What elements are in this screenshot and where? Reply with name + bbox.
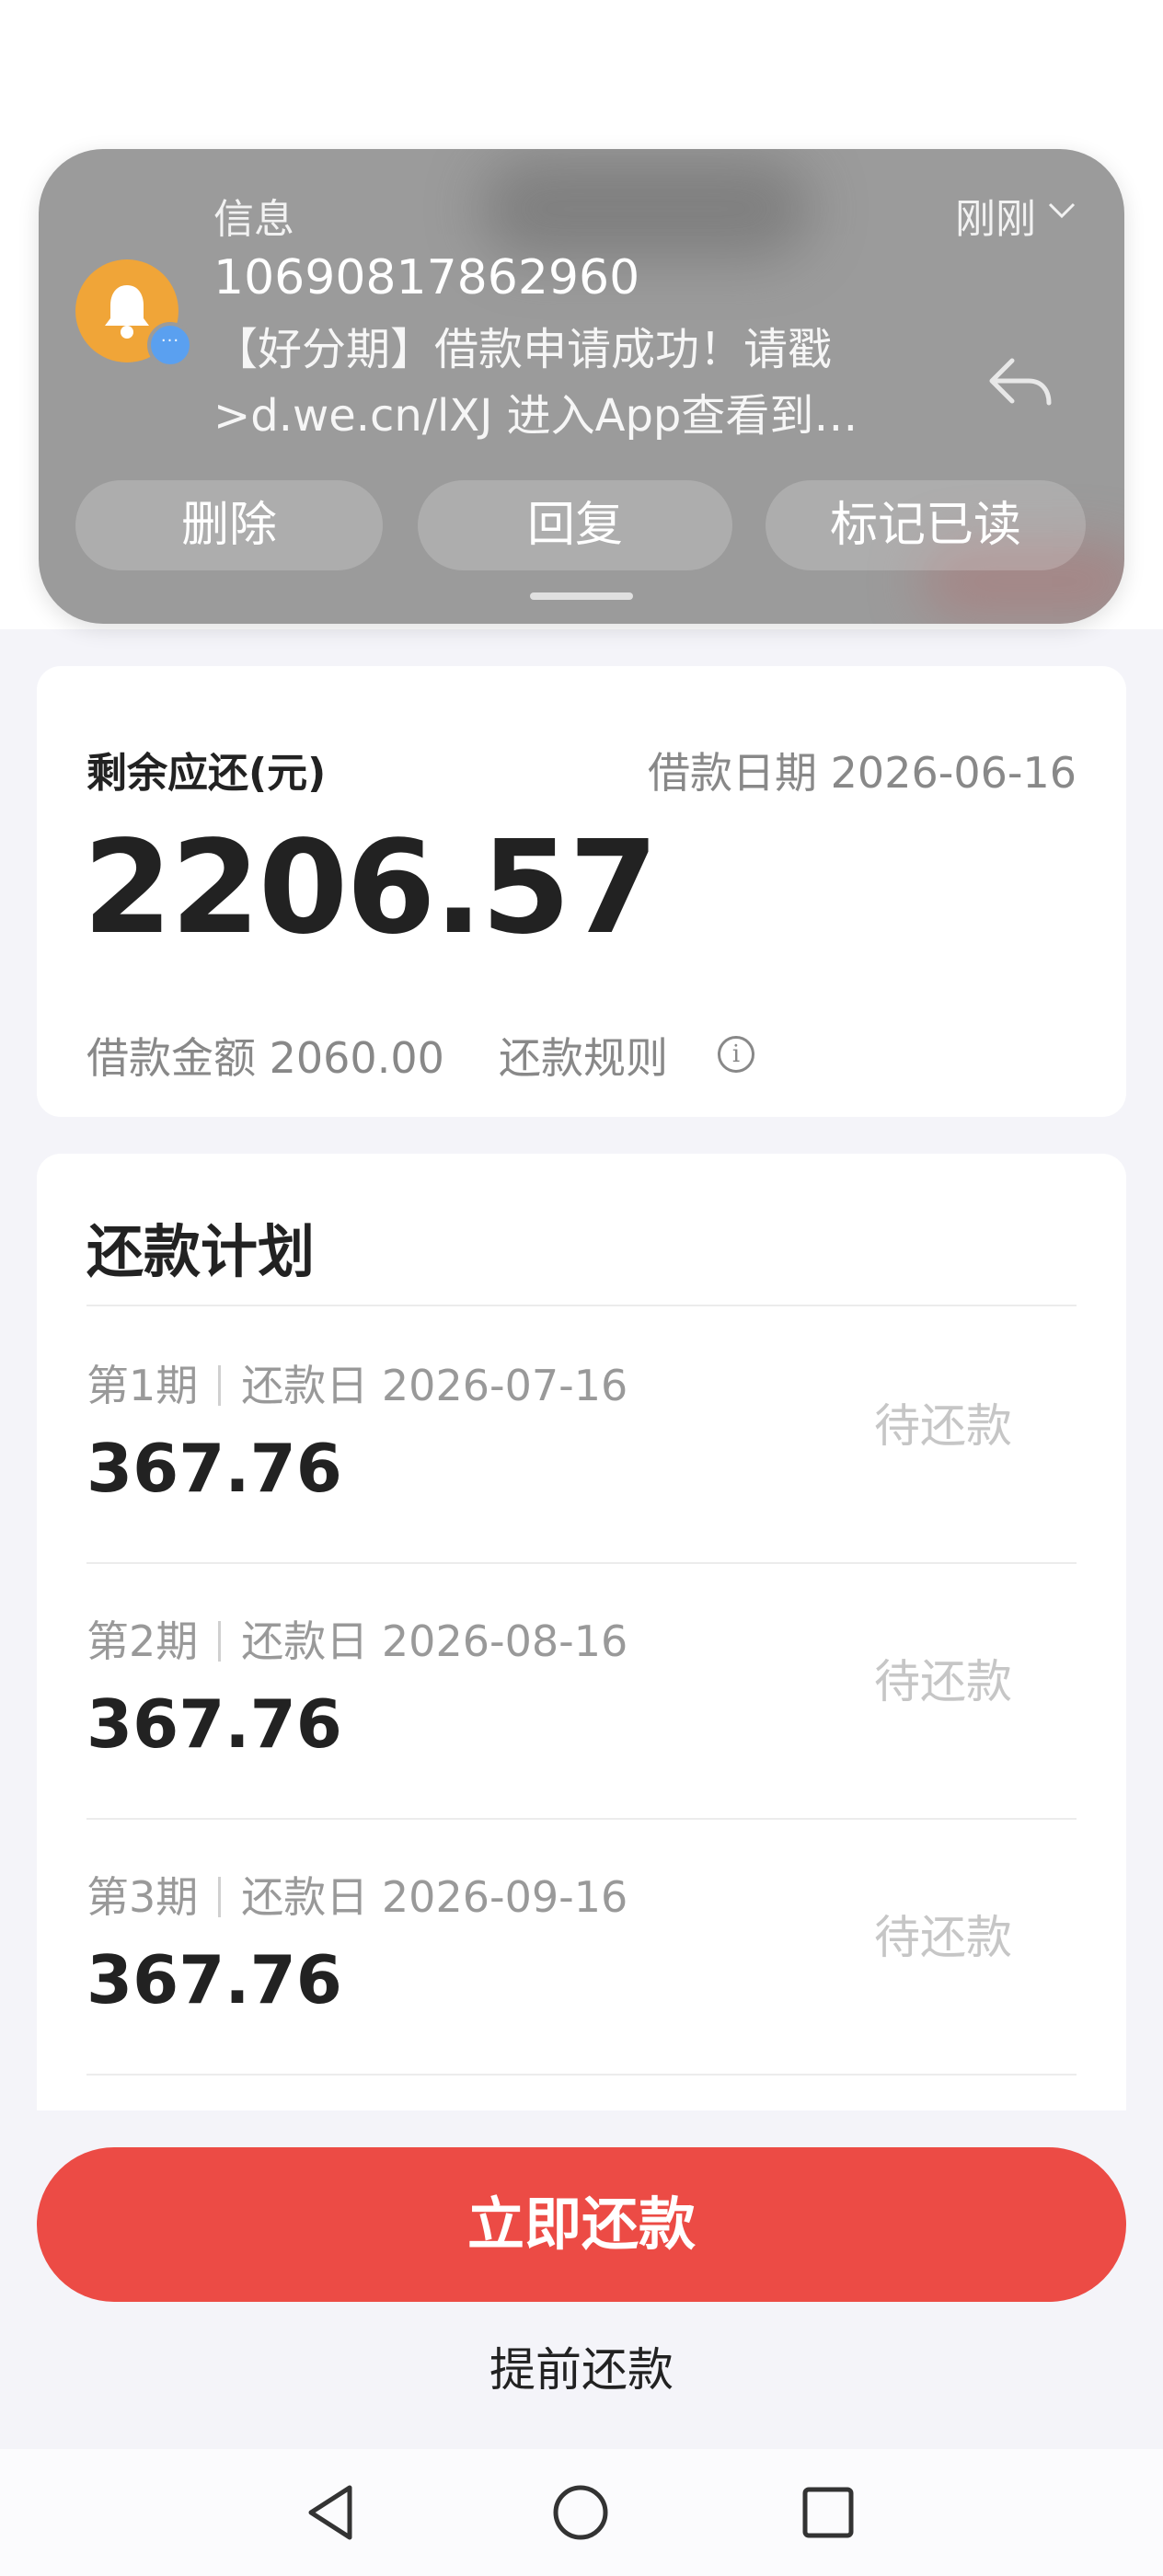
plan-period: 第3期 bbox=[86, 1872, 199, 1922]
plan-row[interactable]: 第3期 还款日 2026-09-16 367.76 待还款 bbox=[86, 1818, 1077, 2074]
loan-date-label: 借款日期 bbox=[648, 748, 818, 798]
delete-button[interactable]: 删除 bbox=[75, 480, 383, 570]
repayment-plan-card: 还款计划 第1期 还款日 2026-07-16 367.76 待还款 第2期 还款日… bbox=[37, 1154, 1126, 2110]
message-notification[interactable]: ··· 信息 刚刚 10690817862960 【好分期】借款申请成功！请戳 … bbox=[39, 149, 1124, 624]
plan-meta: 第2期 还款日 2026-08-16 bbox=[86, 1608, 628, 1669]
plan-due-date: 2026-09-16 bbox=[381, 1872, 628, 1922]
repayment-rules-link[interactable]: 还款规则 bbox=[499, 1025, 668, 1086]
info-icon[interactable]: i bbox=[718, 1036, 754, 1073]
prepay-link[interactable]: 提前还款 bbox=[0, 2333, 1163, 2399]
plan-title: 还款计划 bbox=[86, 1218, 316, 1285]
plan-period: 第1期 bbox=[86, 1361, 199, 1410]
mark-read-button[interactable]: 标记已读 bbox=[766, 480, 1086, 570]
plan-status: 待还款 bbox=[874, 1911, 1012, 1964]
plan-meta: 第1期 还款日 2026-07-16 bbox=[86, 1352, 628, 1413]
divider bbox=[86, 2074, 1077, 2076]
home-icon[interactable] bbox=[552, 2484, 609, 2545]
chevron-down-icon[interactable] bbox=[1047, 201, 1077, 224]
plan-meta: 第3期 还款日 2026-09-16 bbox=[86, 1864, 628, 1925]
drag-handle[interactable] bbox=[530, 592, 633, 600]
reply-button[interactable]: 回复 bbox=[418, 480, 732, 570]
plan-due-label: 还款日 bbox=[241, 1616, 369, 1666]
notification-app-name: 信息 bbox=[213, 196, 294, 243]
loan-date-value: 2026-06-16 bbox=[830, 748, 1077, 798]
plan-row[interactable]: 第1期 还款日 2026-07-16 367.76 待还款 bbox=[86, 1306, 1077, 1562]
plan-period: 第2期 bbox=[86, 1616, 199, 1666]
loan-summary-card: 剩余应还(元) 借款日期 2026-06-16 2206.57 借款金额 206… bbox=[37, 666, 1126, 1117]
back-icon[interactable] bbox=[304, 2484, 359, 2545]
chat-bubble-icon: ··· bbox=[147, 322, 193, 368]
notification-time: 刚刚 bbox=[955, 196, 1036, 243]
remaining-label: 剩余应还(元) bbox=[86, 750, 327, 797]
notification-sender: 10690817862960 bbox=[213, 250, 640, 305]
system-nav-bar bbox=[0, 2449, 1163, 2576]
plan-due-date: 2026-07-16 bbox=[381, 1361, 628, 1410]
plan-status: 待还款 bbox=[874, 1655, 1012, 1708]
reply-icon[interactable] bbox=[986, 353, 1054, 412]
loan-date: 借款日期 2026-06-16 bbox=[648, 740, 1077, 800]
pay-now-button[interactable]: 立即还款 bbox=[37, 2147, 1126, 2302]
loan-amount-label: 借款金额 bbox=[86, 1033, 256, 1083]
notification-body: 【好分期】借款申请成功！请戳 >d.we.cn/lXJ 进入App查看到… bbox=[213, 316, 913, 449]
remaining-amount: 2206.57 bbox=[83, 813, 659, 963]
loan-amount: 借款金额 2060.00 bbox=[86, 1025, 444, 1086]
loan-amount-value: 2060.00 bbox=[269, 1033, 444, 1083]
notification-body-line: >d.we.cn/lXJ 进入App查看到… bbox=[213, 390, 858, 442]
plan-row[interactable]: 第2期 还款日 2026-08-16 367.76 待还款 bbox=[86, 1562, 1077, 1818]
plan-amount: 367.76 bbox=[86, 1685, 342, 1763]
plan-due-date: 2026-08-16 bbox=[381, 1616, 628, 1666]
recents-icon[interactable] bbox=[800, 2484, 856, 2545]
plan-amount: 367.76 bbox=[86, 1430, 342, 1507]
plan-status: 待还款 bbox=[874, 1399, 1012, 1453]
plan-due-label: 还款日 bbox=[241, 1872, 369, 1922]
plan-due-label: 还款日 bbox=[241, 1361, 369, 1410]
plan-amount: 367.76 bbox=[86, 1941, 342, 2018]
notification-body-line: 【好分期】借款申请成功！请戳 bbox=[213, 324, 833, 375]
